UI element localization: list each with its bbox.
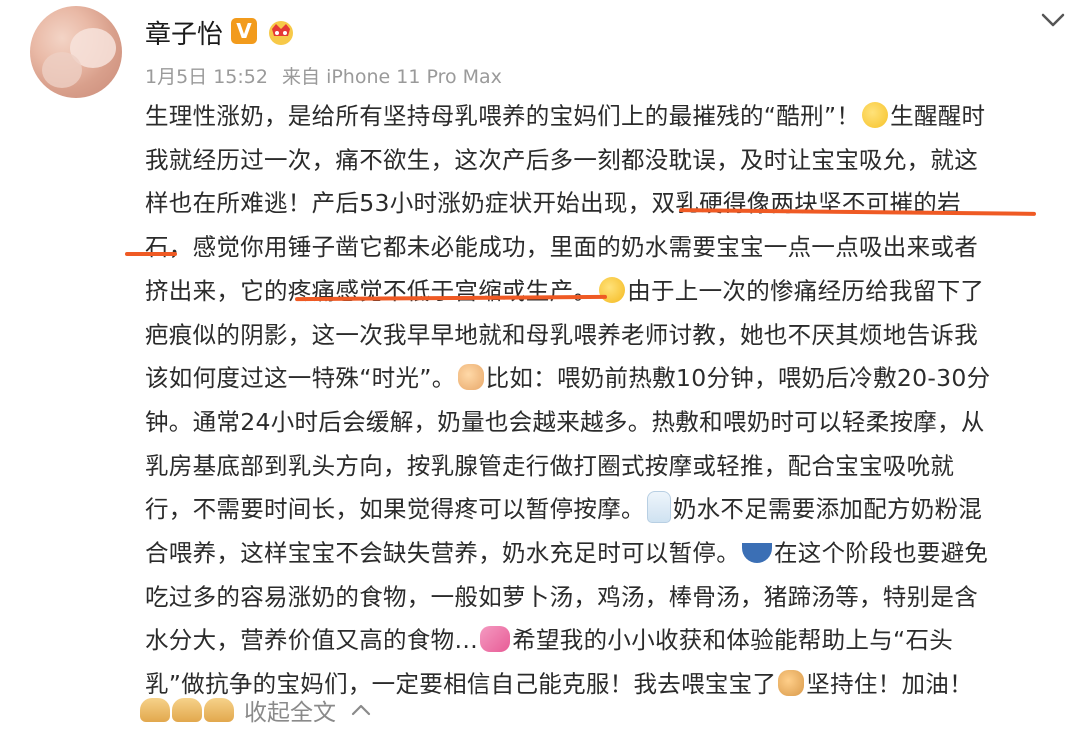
post-line: 该如何度过这一特殊“时光”。 比如：喂奶前热敷10分钟，喂奶后冷敷20-30分 [145,364,991,393]
biceps-icon [140,698,170,722]
post-line: 合喂养，这样宝宝不会缺失营养，奶水充足时可以暂停。 在这个阶段也要避免 [145,539,989,568]
biceps-icon [204,698,234,722]
post-line: 挤出来，它的疼痛感觉不低于宫缩或生产。 由于上一次的惨痛经历给我留下了 [145,276,985,305]
post-line: 吃过多的容易涨奶的食物，一般如萝卜汤，鸡汤，棒骨汤，猪蹄汤等，特别是含 [145,582,978,611]
scared-face-icon [862,102,889,128]
collapse-toggle[interactable]: 收起全文 [140,690,372,730]
user-avatar[interactable] [30,6,122,98]
biceps-icon [172,698,202,722]
health-worker-icon [457,364,484,391]
post-line: 行，不需要时间长，如果觉得疼可以暂停按摩。 奶水不足需要添加配方奶粉混 [145,488,1065,532]
chevron-down-icon[interactable] [1038,8,1068,32]
post-line: 生理性涨奶，是给所有坚持母乳喂养的宝妈们上的最摧残的“酷刑”！ 生醒醒时 [145,102,986,130]
post-line: 水分大，营养价值又高的食物… 希望我的小小收获和体验能帮助上与“石头 [145,626,954,655]
post-timestamp[interactable]: 1月5日 15:52 [145,62,268,89]
post-body: 生理性涨奶，是给所有坚持母乳喂养的宝妈们上的最摧残的“酷刑”！ 生醒醒时 我就经历… [145,95,1065,707]
post-meta: 1月5日 15:52 来自 iPhone 11 Pro Max [145,62,510,89]
post-line: 乳房基底部到乳头方向，按乳腺管走行做打圈式按摩或轻推，配合宝宝吸吮就 [145,451,955,480]
username[interactable]: 章子怡 [145,14,223,51]
post-line: 疤痕似的阴影，这一次我早早地就和母乳喂养老师讨教，她也不厌其烦地告诉我 [145,320,978,349]
post-source: 来自 iPhone 11 Pro Max [282,66,502,88]
highlight-underline [125,252,177,256]
chevron-up-icon[interactable] [350,703,372,717]
crown-badge-icon [269,21,293,45]
post-line: 钟。通常24小时后会缓解，奶量也会越来越多。热敷和喂奶时可以轻柔按摩，从 [145,407,985,436]
verified-v-icon: V [231,18,257,44]
heart-icon [480,626,511,653]
post-line: 样也在所难逃！产后53小时涨奶症状开始出现，双乳硬得像两块坚不可摧的岩 [145,189,961,218]
post-line: 石，感觉你用锤子凿它都未必能成功，里面的奶水需要宝宝一点一点吸出来或者 [145,233,978,262]
baby-bottle-icon [646,491,671,524]
post-line: 我就经历过一次，痛不欲生，这次产后多一刻都没耽误，及时让宝宝吸允，就这 [145,145,978,174]
avatar-detail [42,52,82,88]
bowl-icon [742,543,772,564]
mother-icon [778,670,805,697]
collapse-label[interactable]: 收起全文 [244,693,336,727]
flexed-biceps-icon [140,698,234,722]
